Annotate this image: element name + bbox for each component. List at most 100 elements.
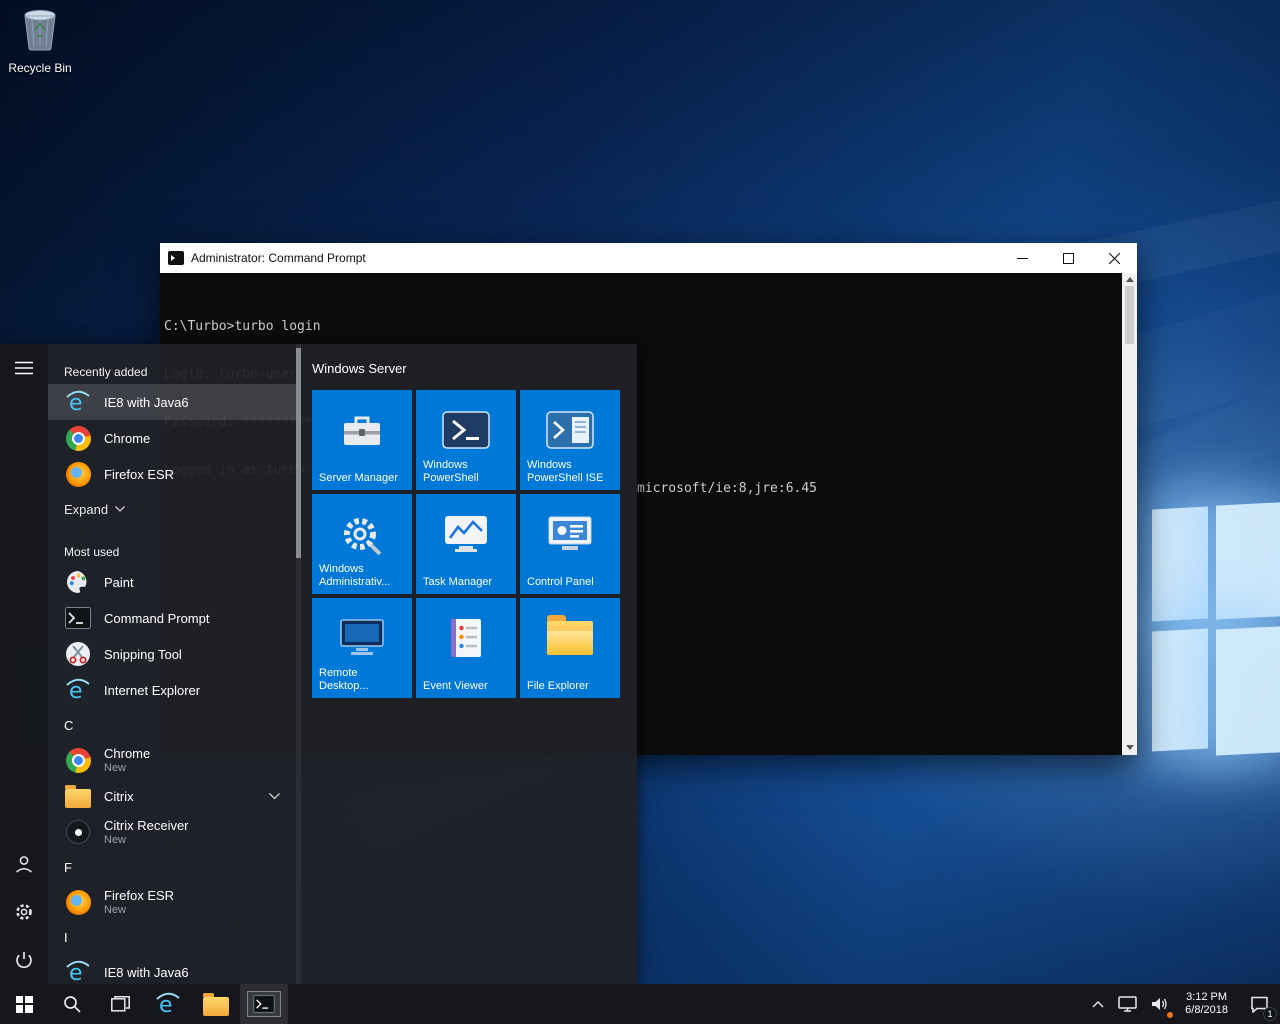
taskbar-clock[interactable]: 3:12 PM 6/8/2018: [1175, 984, 1238, 1024]
app-item-ie8-with-java6-bottom[interactable]: e IE8 with Java6: [48, 954, 296, 984]
app-item-chrome[interactable]: Chrome: [48, 420, 296, 456]
section-letter-f[interactable]: F: [48, 850, 296, 884]
tile-label: Task Manager: [423, 576, 512, 589]
app-folder-citrix[interactable]: Citrix: [48, 778, 296, 814]
server-manager-icon: [312, 406, 412, 454]
app-item-label: Citrix Receiver: [104, 818, 189, 833]
tile-label: File Explorer: [527, 680, 616, 693]
app-item-command-prompt[interactable]: Command Prompt: [48, 600, 296, 636]
close-icon: [1109, 253, 1120, 264]
section-letter-c[interactable]: C: [48, 708, 296, 742]
taskbar-internet-explorer-button[interactable]: e: [144, 984, 192, 1024]
tile-grid: Server Manager Windows PowerShell Window…: [312, 390, 627, 698]
paint-icon: [64, 568, 92, 596]
console-scrollbar[interactable]: [1122, 273, 1137, 755]
tile-file-explorer[interactable]: File Explorer: [520, 598, 620, 698]
action-center-button[interactable]: 1: [1238, 984, 1280, 1024]
minimize-button[interactable]: [999, 243, 1045, 273]
volume-button[interactable]: [1144, 984, 1175, 1024]
event-viewer-icon: [416, 614, 516, 662]
internet-explorer-icon: e: [155, 991, 181, 1017]
app-item-label: Chrome: [104, 431, 150, 446]
notification-badge: 1: [1263, 1007, 1277, 1021]
snipping-tool-icon: [64, 640, 92, 668]
expand-recently-added-button[interactable]: Expand: [48, 492, 296, 526]
minimize-icon: [1017, 253, 1028, 264]
folder-expand-chevron[interactable]: [269, 793, 280, 800]
powershell-ise-icon: [520, 406, 620, 454]
chevron-down-icon: [269, 793, 280, 800]
expand-menu-button[interactable]: [0, 344, 48, 392]
power-icon: [15, 951, 33, 969]
scroll-down-icon[interactable]: [1126, 745, 1134, 750]
app-item-snipping-tool[interactable]: Snipping Tool: [48, 636, 296, 672]
tile-remote-desktop[interactable]: Remote Desktop...: [312, 598, 412, 698]
taskbar-command-prompt-button[interactable]: [240, 984, 288, 1024]
internet-explorer-icon: e: [64, 388, 92, 416]
clock-time: 3:12 PM: [1186, 991, 1227, 1004]
app-item-firefox-esr[interactable]: Firefox ESR: [48, 456, 296, 492]
app-item-internet-explorer[interactable]: e Internet Explorer: [48, 672, 296, 708]
tile-windows-powershell-ise[interactable]: Windows PowerShell ISE: [520, 390, 620, 490]
tile-windows-powershell[interactable]: Windows PowerShell: [416, 390, 516, 490]
maximize-button[interactable]: [1045, 243, 1091, 273]
section-letter-i[interactable]: I: [48, 920, 296, 954]
app-item-ie8-with-java6[interactable]: e IE8 with Java6: [48, 384, 296, 420]
firefox-icon: [64, 460, 92, 488]
network-status-button[interactable]: [1111, 984, 1144, 1024]
chrome-icon: [64, 746, 92, 774]
app-list-scrollbar[interactable]: [296, 344, 301, 984]
tile-windows-administrative-tools[interactable]: Windows Administrativ...: [312, 494, 412, 594]
tile-label: Windows Administrativ...: [319, 563, 408, 589]
admin-tools-icon: [312, 510, 412, 558]
console-line-partial: microsoft/ie:8,jre:6.45: [637, 481, 817, 497]
firefox-icon: [64, 888, 92, 916]
search-button[interactable]: [48, 984, 96, 1024]
tile-group-header[interactable]: Windows Server: [312, 360, 627, 376]
start-menu-rail: [0, 344, 48, 984]
close-button[interactable]: [1091, 243, 1137, 273]
cmd-title-bar[interactable]: Administrator: Command Prompt: [160, 243, 1137, 273]
scrollbar-thumb[interactable]: [1125, 286, 1134, 344]
tile-server-manager[interactable]: Server Manager: [312, 390, 412, 490]
folder-icon: [64, 782, 92, 810]
start-menu: Recently added e IE8 with Java6 Chrome F…: [0, 344, 637, 984]
app-item-chrome-new[interactable]: Chrome New: [48, 742, 296, 778]
powershell-icon: [416, 406, 516, 454]
user-icon: [14, 854, 34, 874]
start-button[interactable]: [0, 984, 48, 1024]
app-item-label: IE8 with Java6: [104, 395, 189, 410]
app-item-firefox-esr-new[interactable]: Firefox ESR New: [48, 884, 296, 920]
network-icon: [1118, 996, 1137, 1012]
clock-date: 6/8/2018: [1185, 1004, 1228, 1017]
app-item-label: Chrome: [104, 746, 150, 761]
file-explorer-icon: [203, 997, 229, 1016]
tile-label: Control Panel: [527, 576, 616, 589]
app-item-paint[interactable]: Paint: [48, 564, 296, 600]
start-tile-panel: Windows Server Server Manager Windows Po…: [302, 344, 637, 984]
task-manager-icon: [416, 510, 516, 558]
settings-button[interactable]: [0, 888, 48, 936]
task-view-button[interactable]: [96, 984, 144, 1024]
tile-task-manager[interactable]: Task Manager: [416, 494, 516, 594]
app-item-citrix-receiver[interactable]: Citrix Receiver New: [48, 814, 296, 850]
chevron-up-icon: [1092, 1001, 1104, 1008]
taskbar-file-explorer-button[interactable]: [192, 984, 240, 1024]
tile-label: Windows PowerShell ISE: [527, 459, 616, 485]
tile-control-panel[interactable]: Control Panel: [520, 494, 620, 594]
file-explorer-icon: [520, 614, 620, 662]
show-hidden-icons-button[interactable]: [1085, 984, 1111, 1024]
user-account-button[interactable]: [0, 840, 48, 888]
scroll-up-icon[interactable]: [1126, 277, 1134, 282]
power-button[interactable]: [0, 936, 48, 984]
hamburger-icon: [15, 361, 33, 375]
remote-desktop-icon: [312, 614, 412, 662]
chrome-icon: [64, 424, 92, 452]
taskbar: e 3:12 PM 6/8/2018: [0, 984, 1280, 1024]
tile-event-viewer[interactable]: Event Viewer: [416, 598, 516, 698]
recycle-bin-desktop-icon[interactable]: Recycle Bin: [2, 8, 78, 75]
console-line: C:\Turbo>turbo login: [164, 319, 1122, 335]
window-controls: [999, 243, 1137, 273]
app-list-scrollbar-thumb[interactable]: [296, 348, 301, 558]
recycle-bin-label: Recycle Bin: [2, 61, 78, 75]
